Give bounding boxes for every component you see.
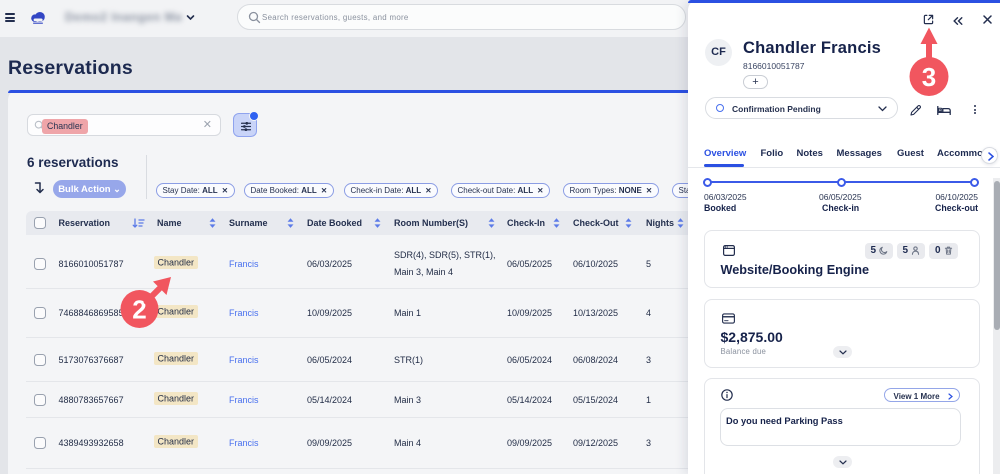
- svg-text:2: 2: [132, 295, 146, 325]
- svg-text:3: 3: [922, 62, 936, 92]
